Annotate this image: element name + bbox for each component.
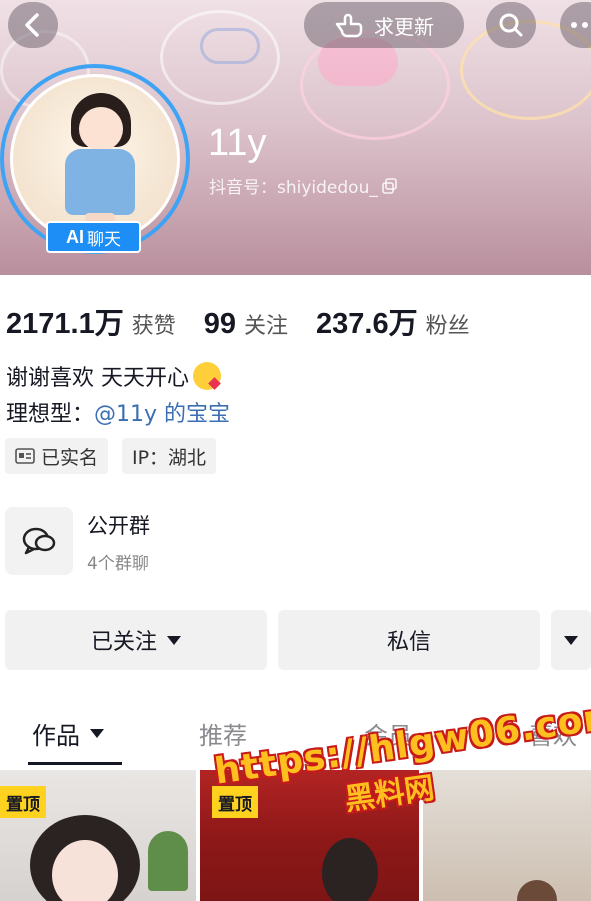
- pinned-badge: 置顶: [0, 786, 46, 818]
- id-card-icon: [15, 448, 35, 464]
- ip-location-tag: IP：湖北: [122, 438, 217, 474]
- bio-line-1: 谢谢喜欢 天天开心: [6, 360, 221, 392]
- avatar-body: [65, 149, 135, 215]
- bio-text: 谢谢喜欢 天天开心: [6, 366, 189, 391]
- thumbnail-figure: [322, 838, 378, 901]
- back-arrow-icon: [25, 13, 39, 37]
- profile-stats: 2171.1万 获赞 99 关注 237.6万 粉丝: [6, 300, 498, 342]
- ai-badge-prefix: AI: [66, 226, 84, 247]
- thumbnail-plant: [148, 831, 188, 891]
- chevron-down-icon: [167, 635, 181, 645]
- tab-likes-label: 喜欢: [529, 722, 577, 750]
- ai-badge-label: 聊天: [87, 229, 121, 250]
- tab-likes[interactable]: 喜欢: [529, 716, 577, 751]
- thumbnail-face: [52, 840, 118, 901]
- video-thumbnail[interactable]: [423, 770, 591, 901]
- active-tab-indicator: [28, 762, 122, 765]
- hand-point-icon: [335, 13, 363, 38]
- video-thumbnail[interactable]: 置顶: [0, 770, 196, 901]
- video-grid: 置顶 置顶: [0, 770, 591, 901]
- likes-label: 获赞: [131, 314, 176, 339]
- group-chat-entry[interactable]: [5, 507, 73, 575]
- bio-line-2: 理想型：@11y 的宝宝: [6, 396, 230, 428]
- avatar[interactable]: [10, 74, 180, 244]
- douyin-id[interactable]: 抖音号：shiyidedou_: [209, 173, 398, 198]
- followers-label: 粉丝: [425, 314, 470, 339]
- search-icon: [499, 13, 523, 37]
- following-button-label: 已关注: [90, 630, 157, 655]
- douyin-id-text: 抖音号：shiyidedou_: [209, 178, 378, 198]
- verified-tag: 已实名: [5, 438, 109, 474]
- followers-count[interactable]: 237.6万: [316, 300, 418, 342]
- tab-recommend[interactable]: 推荐: [199, 716, 247, 751]
- tab-recommend-label: 推荐: [199, 722, 247, 750]
- tab-members[interactable]: 会员: [364, 716, 412, 751]
- tab-works-label: 作品: [32, 722, 80, 750]
- verified-tag-label: 已实名: [41, 446, 99, 469]
- bio-prefix: 理想型：: [6, 402, 95, 427]
- request-update-label: 求更新: [374, 14, 434, 39]
- video-thumbnail[interactable]: 置顶: [200, 770, 419, 901]
- profile-header-background: 求更新 AI 聊天 11y 抖音号：shiyidedou_: [0, 0, 591, 275]
- more-icon: [571, 22, 588, 28]
- kiss-face-icon: [193, 362, 221, 390]
- tab-members-label: 会员: [364, 722, 412, 750]
- message-button[interactable]: 私信: [278, 610, 540, 670]
- avatar-face: [79, 107, 123, 151]
- nickname: 11y: [208, 122, 267, 164]
- content-tabs: 作品 推荐 会员 喜欢: [0, 710, 591, 766]
- copy-icon[interactable]: [382, 177, 398, 194]
- header-decoration: [200, 28, 260, 64]
- following-count[interactable]: 99: [204, 308, 236, 341]
- request-update-button[interactable]: 求更新: [304, 2, 464, 48]
- group-subtitle: 4个群聊: [87, 554, 149, 574]
- chevron-down-icon: [90, 729, 104, 738]
- group-title[interactable]: 公开群: [87, 510, 150, 540]
- tab-works[interactable]: 作品: [32, 716, 104, 751]
- likes-count[interactable]: 2171.1万: [6, 300, 124, 342]
- message-button-label: 私信: [386, 630, 431, 655]
- bio-mention-link[interactable]: @11y 的宝宝: [94, 402, 230, 427]
- ai-chat-badge[interactable]: AI 聊天: [46, 221, 141, 253]
- chevron-down-icon: [564, 635, 578, 645]
- search-button[interactable]: [486, 2, 536, 48]
- chat-bubbles-icon: [22, 527, 56, 555]
- ip-location-label: IP：湖北: [132, 446, 207, 469]
- following-label: 关注: [243, 314, 288, 339]
- thumbnail-figure: [517, 880, 557, 901]
- more-actions-button[interactable]: [551, 610, 591, 670]
- back-button[interactable]: [8, 2, 58, 48]
- following-button[interactable]: 已关注: [5, 610, 267, 670]
- pinned-badge: 置顶: [212, 786, 258, 818]
